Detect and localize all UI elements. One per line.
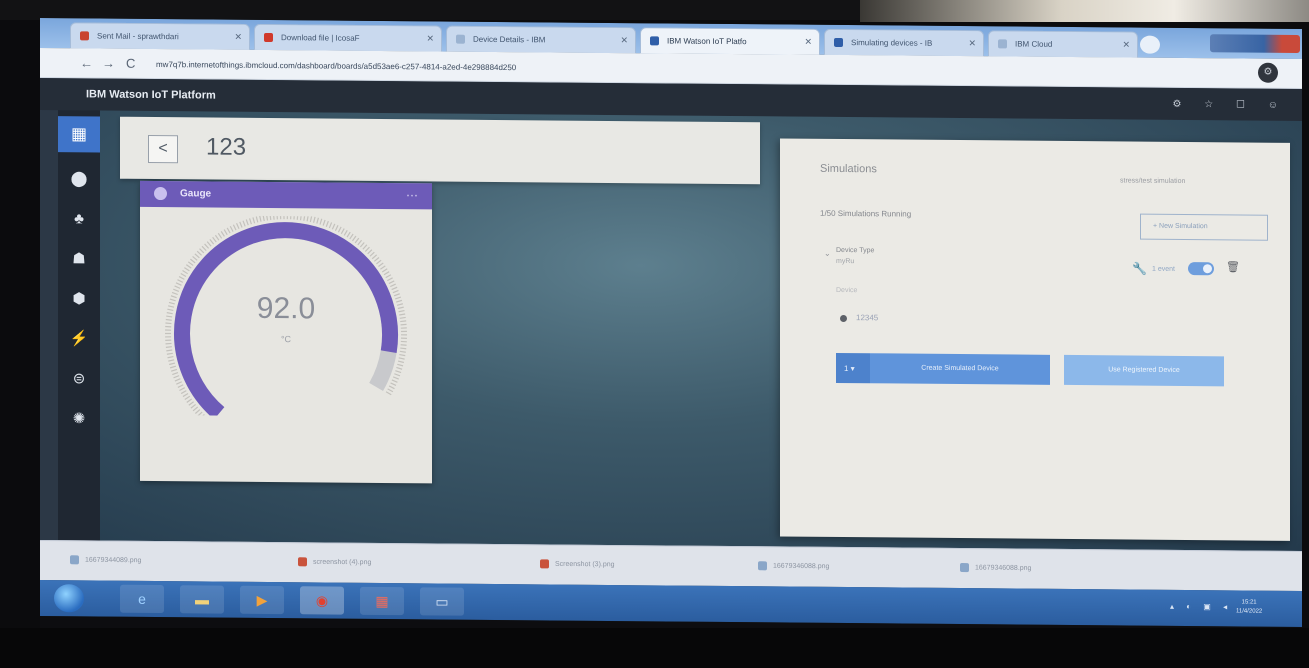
- download-filename: 16679344089.png: [85, 556, 142, 565]
- image-file-icon: [70, 555, 79, 565]
- media-player-icon[interactable]: ▶: [240, 585, 284, 615]
- new-tab-button[interactable]: [1140, 35, 1160, 54]
- rules-icon[interactable]: ⚡: [69, 328, 89, 348]
- tab-label: IBM Watson IoT Platfo: [667, 36, 747, 47]
- forward-arrow-icon[interactable]: →: [102, 56, 115, 71]
- download-item[interactable]: 16679344089.png: [70, 555, 141, 565]
- room-background: [860, 0, 1309, 22]
- simulations-running-text: 1/50 Simulations Running: [820, 208, 912, 219]
- simulations-panel: Simulations stress/test simulation 1/50 …: [780, 138, 1290, 541]
- cloud-icon: [834, 37, 843, 48]
- gauge-card-header: Gauge ⋯: [140, 180, 432, 210]
- close-tab-icon[interactable]: ✕: [804, 37, 812, 48]
- address-bar[interactable]: mw7q7b.internetofthings.ibmcloud.com/das…: [150, 55, 1150, 82]
- simulation-select[interactable]: stress/test simulation: [1120, 177, 1185, 185]
- tab-watson-iot[interactable]: IBM Watson IoT Platfo ✕: [640, 27, 820, 55]
- card-menu-icon[interactable]: ⋯: [406, 188, 418, 202]
- tab-label: Device Details - IBM: [473, 34, 546, 45]
- tab-label: Sent Mail - sprawthdari: [97, 31, 179, 42]
- download-item[interactable]: Screenshot (3).png: [540, 559, 615, 569]
- page-icon: [998, 39, 1007, 49]
- image-file-icon: [960, 563, 969, 573]
- image-file-icon: [298, 557, 307, 567]
- close-tab-icon[interactable]: ✕: [620, 35, 628, 46]
- tab-label: IBM Cloud: [1015, 39, 1053, 49]
- tab-sent-mail[interactable]: Sent Mail - sprawthdari ✕: [70, 22, 250, 50]
- paint-icon[interactable]: ▦: [360, 586, 404, 616]
- gmail-icon: [80, 31, 89, 41]
- back-button[interactable]: <: [148, 134, 178, 164]
- board-toolbar: < 123: [120, 116, 760, 185]
- members-icon[interactable]: ☗: [69, 248, 89, 268]
- download-item[interactable]: 16679346088.png: [960, 563, 1031, 573]
- left-sidebar: ▦ ⬤ ♣ ☗ ⬢ ⚡ ⊜ ✺: [58, 110, 100, 541]
- download-filename: 16679346088.png: [773, 562, 830, 571]
- page-icon: [456, 34, 465, 44]
- image-file-icon: [758, 561, 767, 571]
- monitor-bottom-bezel: [0, 628, 1309, 668]
- device-count-select[interactable]: 1 ▾: [836, 352, 870, 384]
- devices-icon[interactable]: ♣: [69, 208, 89, 228]
- taskbar-clock[interactable]: 15:21 11/4/2022: [1236, 598, 1262, 616]
- events-link[interactable]: 1 event: [1152, 266, 1175, 273]
- settings-gear-icon[interactable]: ⚙: [1258, 62, 1278, 83]
- chevron-down-icon[interactable]: ⌄: [824, 249, 831, 258]
- gauge-title: Gauge: [180, 188, 212, 200]
- brand-title: IBM Watson IoT Platform: [86, 88, 216, 102]
- start-button[interactable]: [54, 584, 84, 613]
- system-tray-icons[interactable]: ▴ ◐ ▣ ◂: [1170, 602, 1232, 612]
- download-item[interactable]: screenshot (4).png: [298, 557, 371, 567]
- image-file-icon: [540, 559, 549, 569]
- download-filename: screenshot (4).png: [313, 558, 372, 567]
- simulation-toggle[interactable]: [1188, 262, 1214, 276]
- trash-icon[interactable]: 🗑: [1226, 260, 1240, 273]
- new-simulation-button[interactable]: + New Simulation: [1140, 213, 1268, 241]
- gauge-value: 92.0: [256, 291, 316, 326]
- board-canvas: < 123 Gauge ⋯ 92.0 °C Simulations stress…: [100, 110, 1302, 552]
- back-arrow-icon[interactable]: ←: [80, 55, 93, 70]
- boards-icon[interactable]: ⬤: [69, 168, 89, 188]
- device-id[interactable]: 12345: [856, 313, 878, 322]
- clock-date: 11/4/2022: [1236, 608, 1263, 615]
- download-filename: 16679346088.png: [975, 564, 1032, 572]
- clock-time: 15:21: [1241, 599, 1257, 606]
- apps-grid-icon[interactable]: ▦: [58, 116, 100, 153]
- tab-device-details[interactable]: Device Details - IBM ✕: [446, 25, 636, 54]
- security-icon[interactable]: ⊜: [69, 368, 89, 388]
- wrench-icon[interactable]: 🔧: [1132, 262, 1147, 276]
- tab-simulating-devices[interactable]: Simulating devices - IB ✕: [824, 28, 984, 57]
- window-controls[interactable]: [1210, 34, 1300, 53]
- tab-ibm-cloud[interactable]: IBM Cloud ✕: [988, 30, 1138, 58]
- close-tab-icon[interactable]: ✕: [968, 38, 976, 49]
- tab-label: Download file | IcosaF: [281, 33, 360, 43]
- download-site-icon: [264, 32, 273, 43]
- device-type-value: myRu: [836, 257, 855, 266]
- use-registered-device-button[interactable]: Use Registered Device: [1064, 354, 1224, 387]
- apps-integration-icon[interactable]: ⬢: [69, 288, 89, 308]
- chrome-icon[interactable]: ◉: [300, 586, 344, 615]
- tab-download-file[interactable]: Download file | IcosaF ✕: [254, 23, 442, 52]
- cloud-icon: [650, 36, 659, 46]
- status-dot-icon: [840, 314, 847, 323]
- settings-icon[interactable]: ✺: [69, 408, 89, 428]
- app-window-icon[interactable]: ▭: [420, 587, 464, 616]
- file-explorer-icon[interactable]: ▬: [180, 585, 224, 614]
- reload-icon[interactable]: C: [126, 56, 135, 71]
- board-title: 123: [206, 133, 247, 161]
- monitor-screen: Sent Mail - sprawthdari ✕ Download file …: [40, 18, 1302, 648]
- create-simulated-device-button[interactable]: Create Simulated Device: [870, 353, 1050, 385]
- header-icons[interactable]: ⚙ ☆ ☐ ☺: [1173, 99, 1288, 111]
- download-filename: Screenshot (3).png: [555, 560, 615, 569]
- device-label: Device: [836, 286, 858, 295]
- device-type-label: Device Type: [836, 246, 875, 255]
- download-item[interactable]: 16679346088.png: [758, 561, 829, 571]
- gauge-icon: [154, 186, 167, 201]
- internet-explorer-icon[interactable]: e: [120, 584, 164, 614]
- close-tab-icon[interactable]: ✕: [426, 33, 434, 44]
- tab-label: Simulating devices - IB: [851, 38, 933, 48]
- close-tab-icon[interactable]: ✕: [234, 32, 242, 43]
- panel-title: Simulations: [820, 162, 877, 176]
- gauge-card[interactable]: Gauge ⋯ 92.0 °C: [140, 180, 432, 484]
- close-tab-icon[interactable]: ✕: [1122, 39, 1130, 50]
